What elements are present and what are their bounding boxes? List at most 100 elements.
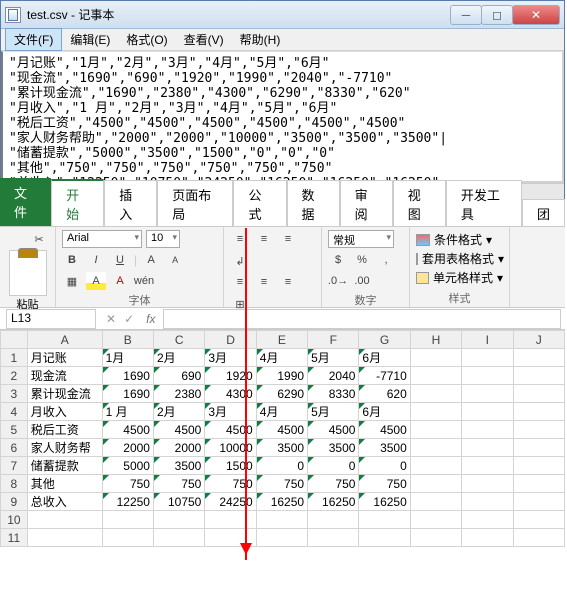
col-header[interactable]: I [462,331,513,349]
minimize-button[interactable]: ─ [450,5,482,25]
cell[interactable] [462,421,513,439]
spreadsheet-grid[interactable]: ABCDEFGHIJ1月记账1月2月3月4月5月6月2现金流1690690192… [0,330,565,547]
cell[interactable]: 0 [308,457,359,475]
col-header[interactable]: F [308,331,359,349]
notepad-textarea[interactable]: "月记账","1月","2月","3月","4月","5月","6月" "现金流… [1,51,564,183]
cell[interactable]: 家人财务帮 [27,439,102,457]
cell[interactable]: 4500 [102,421,153,439]
close-button[interactable]: ✕ [512,5,560,25]
cell[interactable]: 4500 [205,421,256,439]
tab-data[interactable]: 数据 [287,180,340,226]
cell[interactable] [410,421,461,439]
row-header[interactable]: 11 [1,529,28,547]
cell[interactable] [462,475,513,493]
cell[interactable]: 3500 [308,439,359,457]
cell[interactable]: 690 [153,367,204,385]
cell[interactable] [410,457,461,475]
paste-button[interactable] [9,250,47,296]
tab-formulas[interactable]: 公式 [233,180,286,226]
row-header[interactable]: 10 [1,511,28,529]
align-top-button[interactable]: ≡ [230,230,250,248]
cell[interactable] [462,529,513,547]
row-header[interactable]: 8 [1,475,28,493]
tab-view[interactable]: 视图 [393,180,446,226]
cell[interactable]: 2040 [308,367,359,385]
row-header[interactable]: 4 [1,403,28,421]
cell[interactable] [153,511,204,529]
row-header[interactable]: 6 [1,439,28,457]
font-size-select[interactable]: 10 [146,230,180,248]
row-header[interactable]: 1 [1,349,28,367]
cell[interactable]: 1990 [256,367,307,385]
cell[interactable]: 750 [359,475,410,493]
cell[interactable] [205,511,256,529]
font-name-select[interactable]: Arial [62,230,142,248]
cell[interactable] [102,529,153,547]
cell[interactable] [153,529,204,547]
menu-help[interactable]: 帮助(H) [232,29,289,50]
col-header[interactable]: E [256,331,307,349]
col-header[interactable]: D [205,331,256,349]
cell[interactable]: 税后工资 [27,421,102,439]
cell[interactable]: 5月 [308,403,359,421]
maximize-button[interactable]: ◻ [481,5,513,25]
cell[interactable] [462,511,513,529]
cell-style-button[interactable]: 单元格样式 ▾ [416,268,503,287]
cell[interactable]: 4月 [256,349,307,367]
cell[interactable]: 620 [359,385,410,403]
cell[interactable] [410,439,461,457]
percent-button[interactable]: % [352,251,372,269]
cell[interactable]: 750 [102,475,153,493]
menu-edit[interactable]: 编辑(E) [62,29,118,50]
cell[interactable]: 储蓄提款 [27,457,102,475]
cell[interactable] [27,511,102,529]
cut-icon[interactable]: ✂ [29,230,49,248]
cell[interactable] [256,511,307,529]
dec-decimal-button[interactable]: .00 [352,272,372,290]
menu-view[interactable]: 查看(V) [176,29,232,50]
tab-layout[interactable]: 页面布局 [157,180,233,226]
cell[interactable]: 其他 [27,475,102,493]
cell[interactable]: 750 [153,475,204,493]
cell[interactable] [410,385,461,403]
cell[interactable] [410,367,461,385]
cell[interactable] [513,511,565,529]
cell[interactable] [410,493,461,511]
cell[interactable]: 6月 [359,403,410,421]
col-header[interactable]: B [102,331,153,349]
cell[interactable] [410,349,461,367]
cell[interactable]: 10000 [205,439,256,457]
cell[interactable]: 6290 [256,385,307,403]
cell[interactable]: 1690 [102,385,153,403]
cell[interactable]: 5月 [308,349,359,367]
cell[interactable] [410,529,461,547]
cell[interactable] [462,439,513,457]
tab-more[interactable]: 团 [522,199,565,226]
name-box[interactable]: L13 [6,309,96,329]
cell[interactable]: 1690 [102,367,153,385]
cell[interactable] [359,529,410,547]
cell[interactable] [513,439,565,457]
cell[interactable] [410,511,461,529]
menu-file[interactable]: 文件(F) [5,28,62,51]
menu-format[interactable]: 格式(O) [118,29,175,50]
cell[interactable]: 1920 [205,367,256,385]
cell[interactable]: 5000 [102,457,153,475]
bold-button[interactable]: B [62,251,82,269]
row-header[interactable]: 7 [1,457,28,475]
cell[interactable]: 2000 [153,439,204,457]
align-mid-button[interactable]: ≡ [254,230,274,248]
cell[interactable]: 累计现金流 [27,385,102,403]
cell[interactable]: 4300 [205,385,256,403]
cell[interactable]: 750 [256,475,307,493]
tab-home[interactable]: 开始 [51,179,104,226]
cell[interactable]: 月记账 [27,349,102,367]
cell[interactable] [462,367,513,385]
cell[interactable]: 750 [205,475,256,493]
cell[interactable]: 2月 [153,349,204,367]
cell[interactable]: 现金流 [27,367,102,385]
cell[interactable]: 4500 [153,421,204,439]
cell[interactable]: 3500 [359,439,410,457]
cell[interactable]: 16250 [256,493,307,511]
align-left-button[interactable]: ≡ [230,273,250,291]
